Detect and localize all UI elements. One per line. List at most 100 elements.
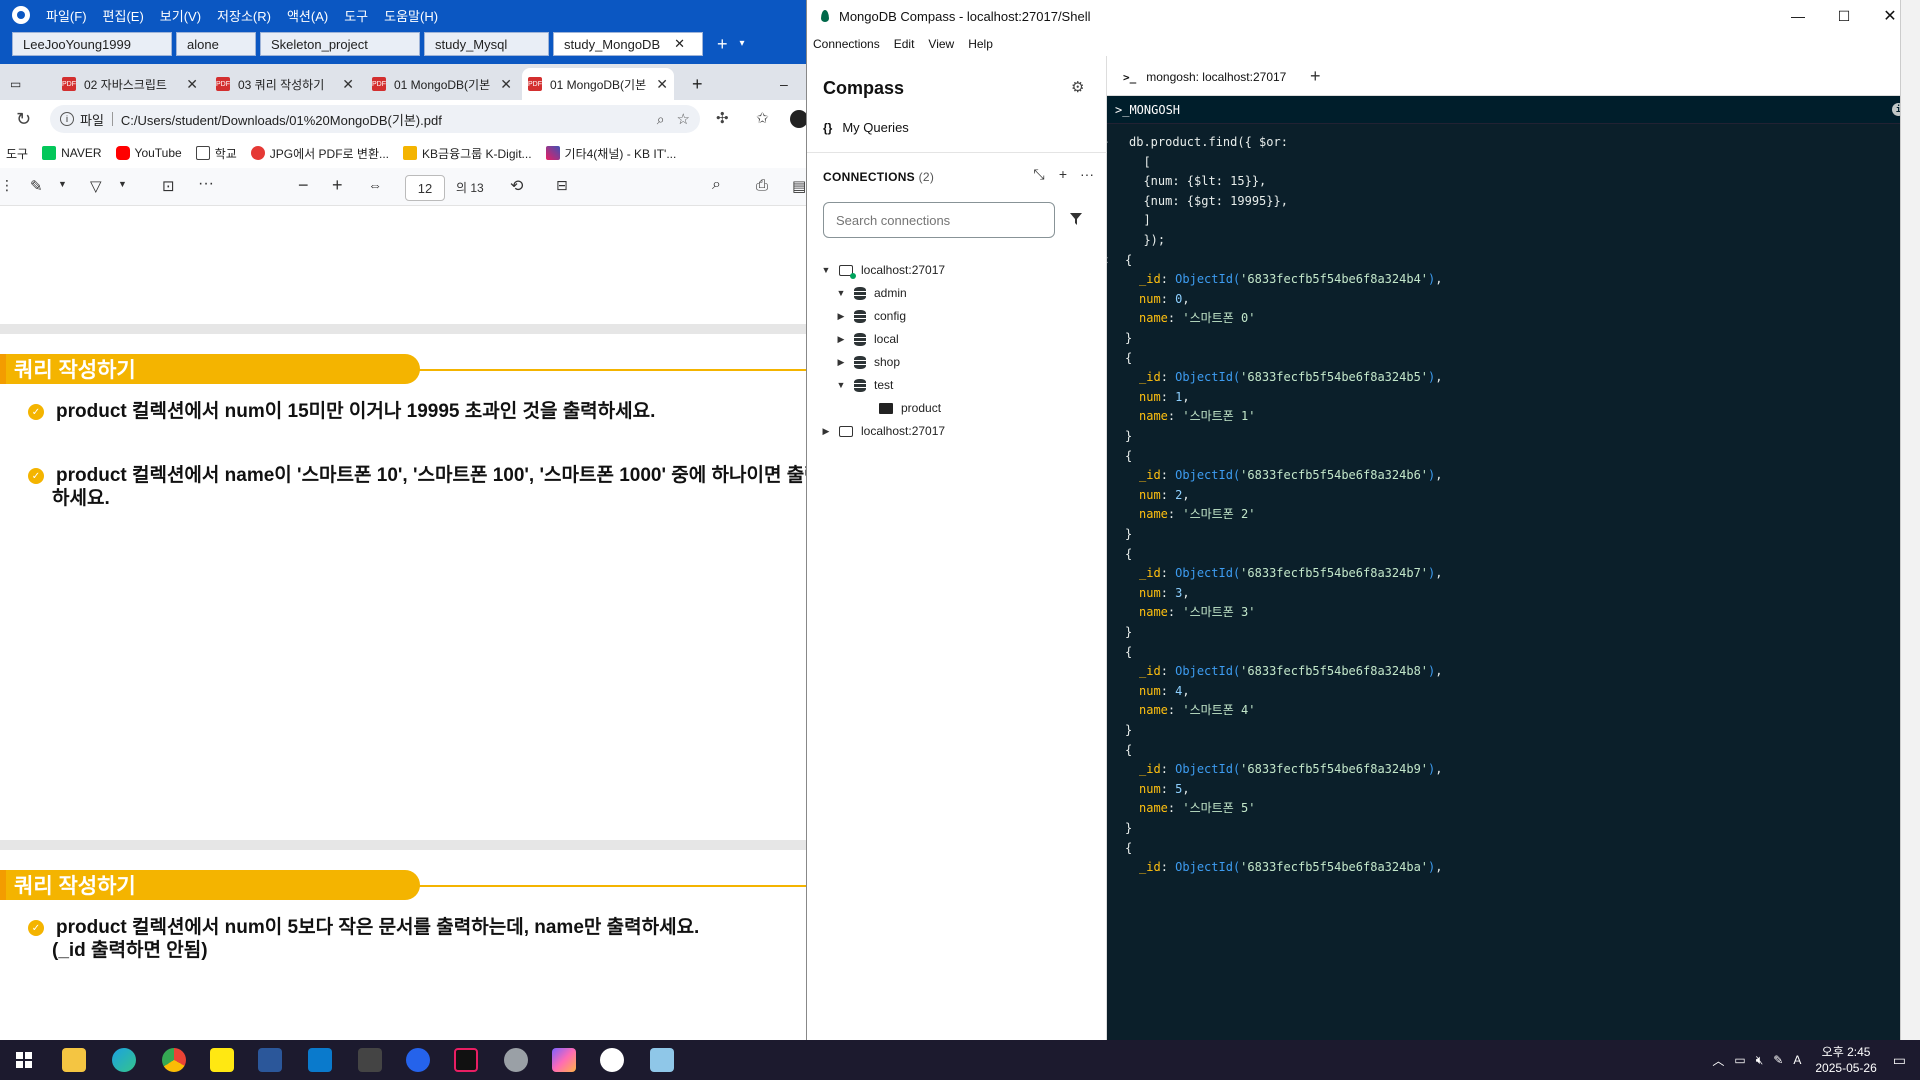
chevron-down-icon[interactable]: ▼ xyxy=(58,179,67,189)
clock[interactable]: 오후 2:45 2025-05-26 xyxy=(1815,1044,1876,1076)
edge-icon[interactable] xyxy=(112,1048,136,1072)
chevron-down-icon[interactable]: ▼ xyxy=(118,179,127,189)
intellij-icon[interactable] xyxy=(454,1048,478,1072)
tree-item-connection[interactable]: ▼ localhost:27017 xyxy=(819,258,945,282)
extensions-icon[interactable]: ✣ xyxy=(716,109,729,127)
zoom-out-icon[interactable]: − xyxy=(298,175,309,196)
close-icon[interactable]: ✕ xyxy=(674,36,685,52)
tab-mongosh[interactable]: >_ mongosh: localhost:27017 xyxy=(1115,62,1294,92)
more-icon[interactable]: ··· xyxy=(1075,166,1099,183)
bgapp-menu-repo[interactable]: 저장소(R) xyxy=(217,6,271,25)
tree-item-collection[interactable]: product xyxy=(849,396,941,420)
mongodb-compass-icon[interactable] xyxy=(600,1048,624,1072)
menu-connections[interactable]: Connections xyxy=(813,37,880,51)
tree-item-connection[interactable]: ▶ localhost:27017 xyxy=(819,419,946,443)
ime-indicator[interactable]: A xyxy=(1793,1053,1801,1067)
tree-item-database[interactable]: ▼ test xyxy=(834,373,894,397)
bookmark-kb-it[interactable]: 기타4(채널) - KB IT'... xyxy=(545,145,676,162)
bgapp-tab[interactable]: alone xyxy=(176,32,256,56)
menu-edit[interactable]: Edit xyxy=(894,37,915,51)
chrome-icon[interactable] xyxy=(162,1048,186,1072)
copilot-icon[interactable] xyxy=(552,1048,576,1072)
close-icon[interactable]: ✕ xyxy=(342,76,354,93)
vscode-icon[interactable] xyxy=(308,1048,332,1072)
address-bar[interactable]: i 파일 C:/Users/student/Downloads/01%20Mon… xyxy=(50,105,700,133)
bgapp-menu-edit[interactable]: 편집(E) xyxy=(103,6,144,25)
reload-icon[interactable]: ↻ xyxy=(16,109,31,130)
bookmark-naver[interactable]: NAVER xyxy=(42,146,102,160)
menu-icon[interactable]: ⋮ xyxy=(0,177,14,194)
gear-icon[interactable]: ⚙ xyxy=(1071,78,1084,96)
settings-icon[interactable] xyxy=(504,1048,528,1072)
bookmark-tools[interactable]: 도구 xyxy=(6,145,28,162)
bgapp-menu-file[interactable]: 파일(F) xyxy=(46,6,87,25)
minimize-button[interactable]: — xyxy=(1775,0,1821,32)
bgapp-menu-action[interactable]: 액션(A) xyxy=(287,6,328,25)
more-icon[interactable]: ··· xyxy=(198,175,214,193)
browser-tab[interactable]: PDF 03 쿼리 작성하기 ✕ xyxy=(210,68,360,100)
text-icon[interactable]: ⊡ xyxy=(162,177,175,195)
browser-tab[interactable]: PDF 02 자바스크립트 ✕ xyxy=(56,68,204,100)
chevron-up-icon[interactable]: ︿ xyxy=(1712,1052,1724,1069)
page-view-icon[interactable]: ⊟ xyxy=(556,177,568,194)
star-icon[interactable]: ☆ xyxy=(677,110,690,128)
kakaotalk-icon[interactable] xyxy=(210,1048,234,1072)
chevron-right-icon[interactable]: ▶ xyxy=(819,426,833,437)
add-tab-icon[interactable]: + xyxy=(1310,66,1321,87)
add-connection-icon[interactable]: + xyxy=(1051,166,1075,183)
chevron-down-icon[interactable]: ▼ xyxy=(819,265,833,275)
close-icon[interactable]: ✕ xyxy=(656,76,668,93)
collapse-icon[interactable]: ⤡ xyxy=(1027,166,1051,183)
bookmark-school[interactable]: 학교 xyxy=(195,145,237,162)
volume-muted-icon[interactable]: 🔇︎ xyxy=(1756,1053,1764,1068)
pen-icon[interactable]: ✎ xyxy=(1773,1053,1783,1067)
chevron-down-icon[interactable]: ▾ xyxy=(740,32,745,56)
my-queries-link[interactable]: {} My Queries xyxy=(823,120,909,135)
close-icon[interactable]: ✕ xyxy=(500,76,512,93)
tab-actions-icon[interactable]: ▭ xyxy=(4,68,24,100)
url-text[interactable]: C:/Users/student/Downloads/01%20MongoDB(… xyxy=(121,110,442,129)
browser-tab-active[interactable]: PDF 01 MongoDB(기본 ✕ xyxy=(522,68,674,100)
draw-icon[interactable]: ✎ xyxy=(30,177,43,195)
word-icon[interactable] xyxy=(258,1048,282,1072)
page-number-input[interactable]: 12 xyxy=(405,175,445,201)
highlight-icon[interactable]: ▽ xyxy=(90,177,102,195)
fit-page-icon[interactable]: ⇔ xyxy=(368,177,382,193)
new-tab-icon[interactable]: + xyxy=(686,68,710,100)
minimize-icon[interactable]: – xyxy=(774,68,798,100)
tree-item-database[interactable]: ▼ admin xyxy=(834,281,907,305)
bgapp-tab[interactable]: study_Mysql xyxy=(424,32,549,56)
print-icon[interactable]: ⎙ xyxy=(756,177,768,194)
favorites-icon[interactable]: ✩ xyxy=(756,109,769,127)
search-connections-input[interactable] xyxy=(823,202,1055,238)
maximize-button[interactable]: ☐ xyxy=(1821,0,1867,32)
close-icon[interactable]: ✕ xyxy=(186,76,198,93)
maps-icon[interactable] xyxy=(406,1048,430,1072)
bgapp-tab[interactable]: Skeleton_project xyxy=(260,32,420,56)
network-icon[interactable]: ▭ xyxy=(1734,1053,1745,1067)
rotate-icon[interactable]: ⟲ xyxy=(510,176,523,196)
bookmark-youtube[interactable]: YouTube xyxy=(115,146,182,160)
bookmark-kb[interactable]: KB금융그룹 K-Digit... xyxy=(403,145,532,162)
bgapp-menu-view[interactable]: 보기(V) xyxy=(160,6,201,25)
bgapp-menu-help[interactable]: 도움말(H) xyxy=(384,6,438,25)
notion-icon[interactable] xyxy=(358,1048,382,1072)
chevron-right-icon[interactable]: ▶ xyxy=(834,311,848,322)
bgapp-menu-tools[interactable]: 도구 xyxy=(344,6,368,25)
chevron-down-icon[interactable]: ▼ xyxy=(834,288,848,298)
filter-icon[interactable] xyxy=(1069,212,1083,226)
menu-view[interactable]: View xyxy=(928,37,954,51)
tree-item-database[interactable]: ▶ config xyxy=(834,304,907,328)
zoom-in-icon[interactable]: + xyxy=(332,175,343,196)
bgapp-tab-active[interactable]: study_MongoDB ✕ xyxy=(553,32,703,56)
zoom-icon[interactable]: ⌕ xyxy=(657,111,665,128)
chevron-right-icon[interactable]: ▶ xyxy=(834,357,848,368)
save-icon[interactable]: ▤ xyxy=(792,177,806,195)
add-tab-icon[interactable]: + xyxy=(717,32,728,56)
tree-item-database[interactable]: ▶ shop xyxy=(834,350,901,374)
shell-output[interactable]: > db.product.find({ $or: [ {num: {$lt: 15… xyxy=(1107,124,1920,1040)
search-icon[interactable]: ⌕ xyxy=(712,176,721,194)
chevron-right-icon[interactable]: ▶ xyxy=(834,334,848,345)
browser-tab[interactable]: PDF 01 MongoDB(기본 ✕ xyxy=(366,68,518,100)
bgapp-tab[interactable]: LeeJooYoung1999 xyxy=(12,32,172,56)
